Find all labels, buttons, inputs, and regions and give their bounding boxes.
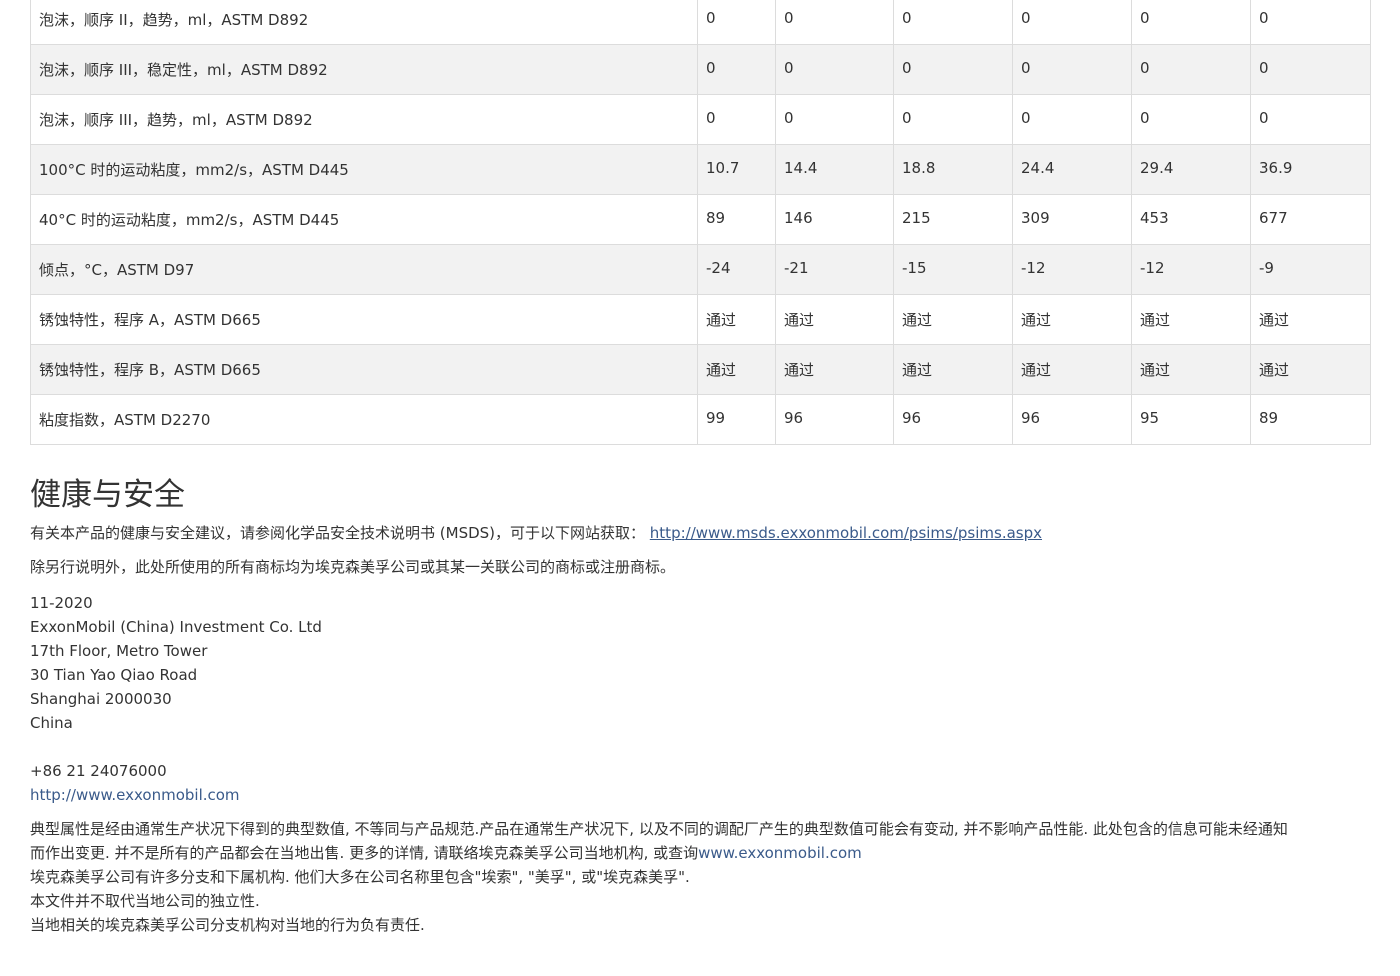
health-safety-heading: 健康与安全: [30, 477, 185, 513]
value-cell: 10.7: [697, 144, 776, 195]
value-cell: 677: [1250, 194, 1371, 245]
page-content: 泡沫，顺序 II，趋势，ml，ASTM D892 0 0 0 0 0 0 泡沫，顺序 III，…: [30, 0, 1371, 937]
value-cell: 0: [775, 0, 894, 45]
value-cell: 99: [697, 394, 776, 445]
disclaimer-line-3: 埃克森美孚公司有许多分支和下属机构. 他们大多在公司名称里包含"埃索", "美孚…: [30, 868, 690, 886]
value-cell: -15: [893, 244, 1013, 295]
value-cell: 0: [893, 94, 1013, 145]
value-cell: 0: [775, 44, 894, 95]
value-cell: 146: [775, 194, 894, 245]
msds-text: 有关本产品的健康与安全建议，请参阅化学品安全技术说明书 (MSDS)，可于以下网…: [30, 524, 646, 542]
table-row: 40°C 时的运动粘度，mm2/s，ASTM D445 89 146 215 309 45…: [30, 194, 1371, 245]
table-row: 泡沫，顺序 III，稳定性，ml，ASTM D892 0 0 0 0 0 0: [30, 44, 1371, 95]
table-row: 粘度指数，ASTM D2270 99 96 96 96 95 89: [30, 394, 1371, 445]
disclaimer-line-4: 本文件并不取代当地公司的独立性.: [30, 892, 260, 910]
value-cell: 通过: [1131, 294, 1251, 345]
value-cell: 309: [1012, 194, 1132, 245]
value-cell: 通过: [697, 294, 776, 345]
value-cell: -24: [697, 244, 776, 295]
table-row: 100°C 时的运动粘度，mm2/s，ASTM D445 10.7 14.4 18.8…: [30, 144, 1371, 195]
company-website-link[interactable]: http://www.exxonmobil.com: [30, 786, 240, 804]
value-cell: -9: [1250, 244, 1371, 295]
company-address: 11-2020 ExxonMobil (China) Investment Co…: [30, 591, 1370, 807]
msds-paragraph: 有关本产品的健康与安全建议，请参阅化学品安全技术说明书 (MSDS)，可于以下网…: [30, 523, 1370, 543]
document-date: 11-2020: [30, 594, 93, 612]
value-cell: -21: [775, 244, 894, 295]
value-cell: 36.9: [1250, 144, 1371, 195]
value-cell: 29.4: [1131, 144, 1251, 195]
property-cell: 锈蚀特性，程序 A，ASTM D665: [30, 294, 698, 345]
value-cell: 89: [1250, 394, 1371, 445]
value-cell: 通过: [1250, 294, 1371, 345]
property-cell: 泡沫，顺序 III，稳定性，ml，ASTM D892: [30, 44, 698, 95]
value-cell: 0: [1131, 94, 1251, 145]
value-cell: 215: [893, 194, 1013, 245]
property-cell: 倾点，°C，ASTM D97: [30, 244, 698, 295]
property-cell: 锈蚀特性，程序 B，ASTM D665: [30, 344, 698, 395]
value-cell: 24.4: [1012, 144, 1132, 195]
value-cell: 通过: [697, 344, 776, 395]
address-line-2: 30 Tian Yao Qiao Road: [30, 666, 198, 684]
value-cell: 96: [893, 394, 1013, 445]
value-cell: 通过: [893, 294, 1013, 345]
value-cell: 96: [775, 394, 894, 445]
property-cell: 粘度指数，ASTM D2270: [30, 394, 698, 445]
value-cell: 95: [1131, 394, 1251, 445]
value-cell: -12: [1131, 244, 1251, 295]
value-cell: 通过: [1012, 344, 1132, 395]
trademark-paragraph: 除另行说明外，此处所使用的所有商标均为埃克森美孚公司或其某一关联公司的商标或注册…: [30, 558, 676, 576]
value-cell: 18.8: [893, 144, 1013, 195]
address-spacer: [30, 735, 1370, 759]
value-cell: 0: [697, 44, 776, 95]
property-cell: 泡沫，顺序 III，趋势，ml，ASTM D892: [30, 94, 698, 145]
property-cell: 100°C 时的运动粘度，mm2/s，ASTM D445: [30, 144, 698, 195]
value-cell: 0: [1131, 44, 1251, 95]
value-cell: 0: [893, 0, 1013, 45]
company-name: ExxonMobil (China) Investment Co. Ltd: [30, 618, 322, 636]
value-cell: 0: [1012, 94, 1132, 145]
property-cell: 40°C 时的运动粘度，mm2/s，ASTM D445: [30, 194, 698, 245]
value-cell: 0: [1250, 94, 1371, 145]
value-cell: 453: [1131, 194, 1251, 245]
disclaimer: 典型属性是经由通常生产状况下得到的典型数值, 不等同与产品规范.产品在通常生产状…: [30, 817, 1370, 937]
value-cell: 96: [1012, 394, 1132, 445]
value-cell: 通过: [1131, 344, 1251, 395]
address-city: Shanghai 2000030: [30, 690, 172, 708]
company-phone: +86 21 24076000: [30, 762, 167, 780]
value-cell: 14.4: [775, 144, 894, 195]
property-cell: 泡沫，顺序 II，趋势，ml，ASTM D892: [30, 0, 698, 45]
value-cell: 通过: [775, 344, 894, 395]
table-row: 泡沫，顺序 II，趋势，ml，ASTM D892 0 0 0 0 0 0: [30, 0, 1371, 45]
specifications-table-body: 泡沫，顺序 II，趋势，ml，ASTM D892 0 0 0 0 0 0 泡沫，顺序 III，…: [30, 0, 1371, 445]
value-cell: 0: [1012, 44, 1132, 95]
disclaimer-line-2-text: 而作出变更. 并不是所有的产品都会在当地出售. 更多的详情, 请联络埃克森美孚公…: [30, 844, 699, 862]
disclaimer-line-5: 当地相关的埃克森美孚公司分支机构对当地的行为负有责任.: [30, 916, 425, 934]
table-row: 锈蚀特性，程序 B，ASTM D665 通过 通过 通过 通过 通过 通过: [30, 344, 1371, 395]
value-cell: 89: [697, 194, 776, 245]
table-row: 倾点，°C，ASTM D97 -24 -21 -15 -12 -12 -9: [30, 244, 1371, 295]
msds-link[interactable]: http://www.msds.exxonmobil.com/psims/psi…: [650, 524, 1042, 542]
value-cell: 通过: [1250, 344, 1371, 395]
value-cell: 通过: [1012, 294, 1132, 345]
table-row: 泡沫，顺序 III，趋势，ml，ASTM D892 0 0 0 0 0 0: [30, 94, 1371, 145]
value-cell: -12: [1012, 244, 1132, 295]
value-cell: 0: [697, 94, 776, 145]
address-country: China: [30, 714, 73, 732]
specifications-table: 泡沫，顺序 II，趋势，ml，ASTM D892 0 0 0 0 0 0 泡沫，顺序 III，…: [30, 0, 1371, 445]
disclaimer-line-1: 典型属性是经由通常生产状况下得到的典型数值, 不等同与产品规范.产品在通常生产状…: [30, 820, 1288, 838]
value-cell: 0: [893, 44, 1013, 95]
value-cell: 通过: [775, 294, 894, 345]
value-cell: 0: [1250, 44, 1371, 95]
value-cell: 0: [697, 0, 776, 45]
disclaimer-line-2: 而作出变更. 并不是所有的产品都会在当地出售. 更多的详情, 请联络埃克森美孚公…: [30, 841, 1370, 865]
address-line-1: 17th Floor, Metro Tower: [30, 642, 208, 660]
value-cell: 0: [1250, 0, 1371, 45]
disclaimer-website-link[interactable]: www.exxonmobil.com: [698, 844, 862, 862]
value-cell: 0: [775, 94, 894, 145]
value-cell: 0: [1131, 0, 1251, 45]
value-cell: 通过: [893, 344, 1013, 395]
table-row: 锈蚀特性，程序 A，ASTM D665 通过 通过 通过 通过 通过 通过: [30, 294, 1371, 345]
value-cell: 0: [1012, 0, 1132, 45]
